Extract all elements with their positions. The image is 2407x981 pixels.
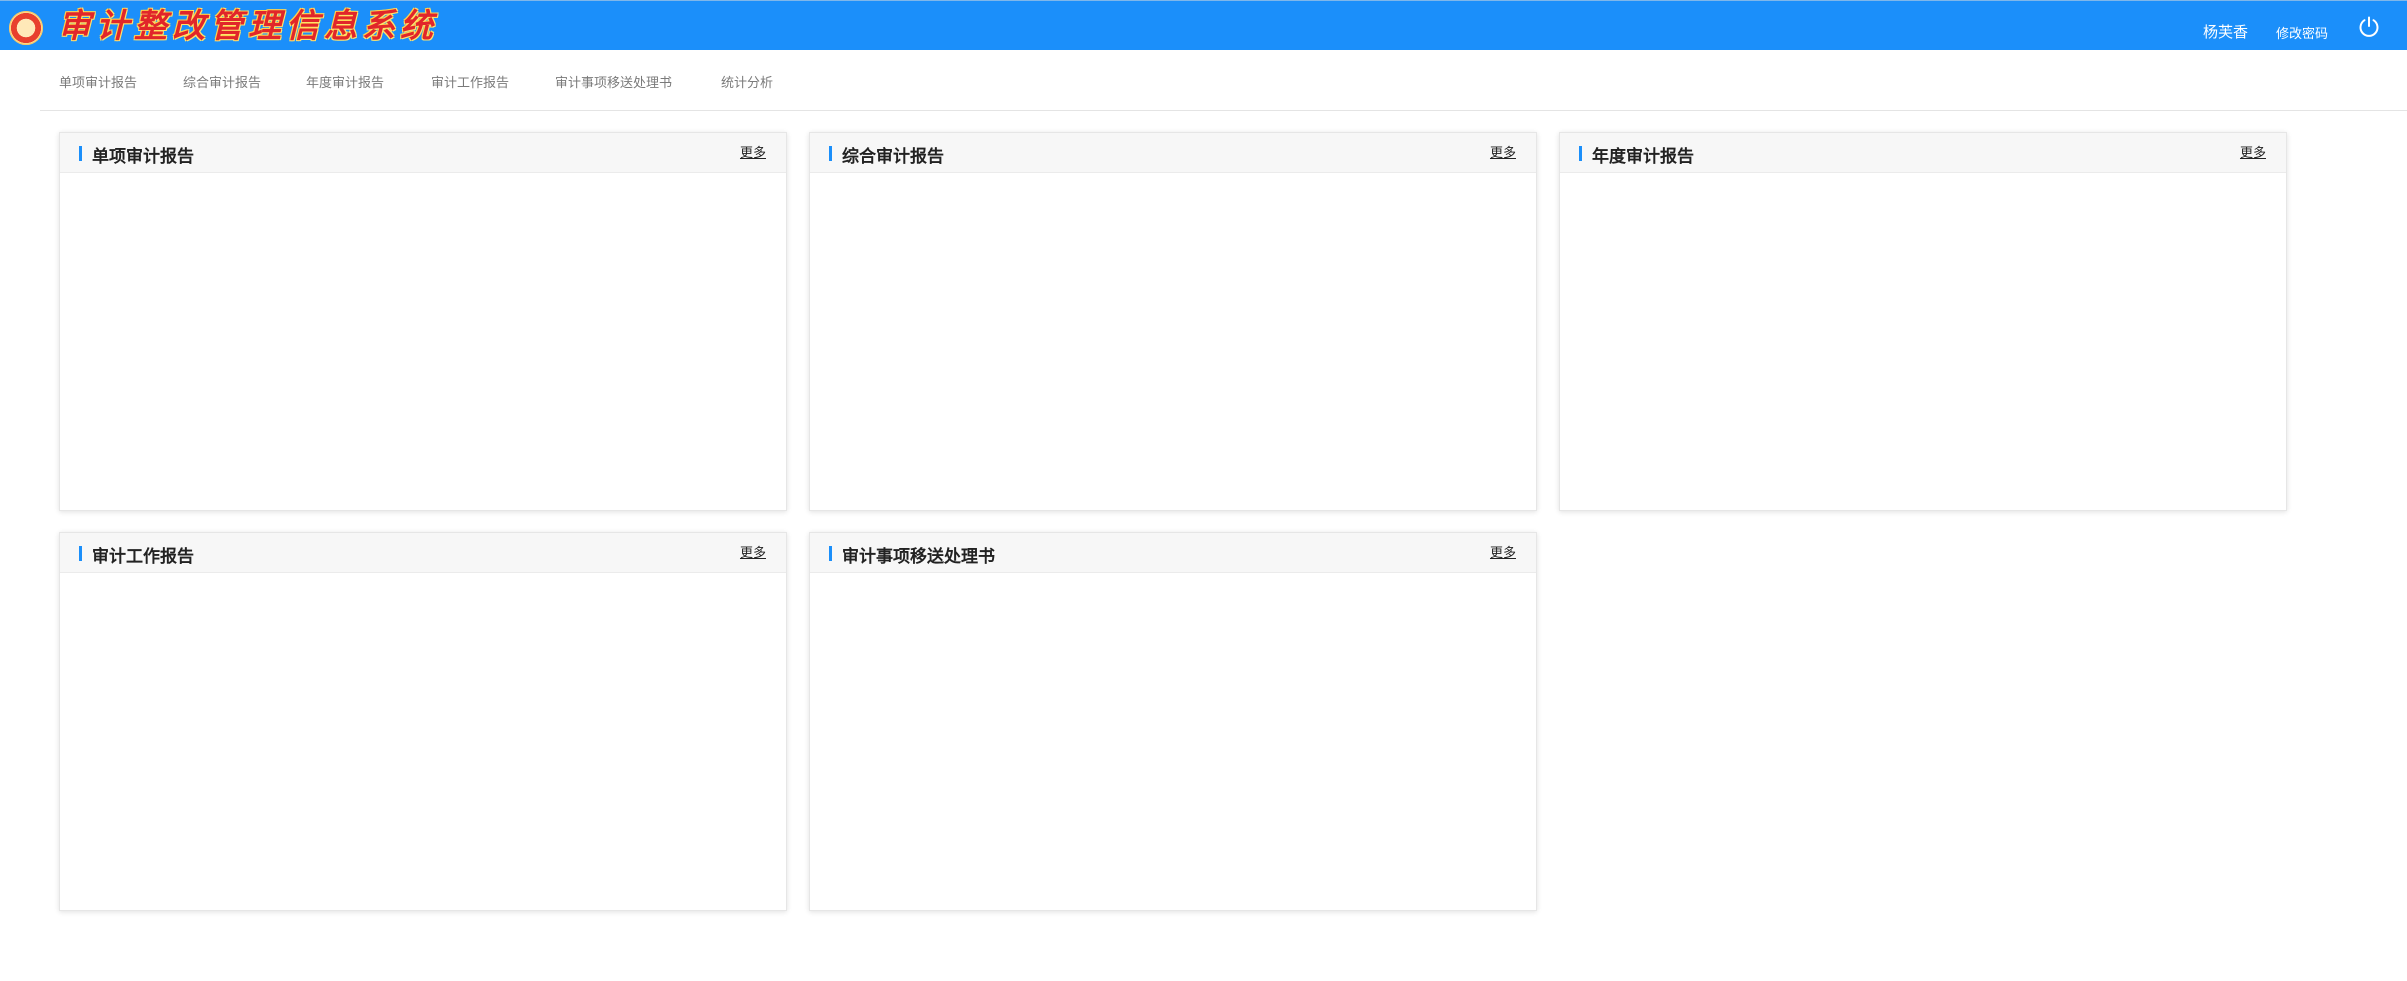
panel-header: 单项审计报告 更多 [60,133,786,173]
panel-header: 年度审计报告 更多 [1560,133,2286,173]
panel-annual-audit-report: 年度审计报告 更多 [1559,132,2287,511]
panel-title: 单项审计报告 [92,147,194,167]
panel-single-audit-report: 单项审计报告 更多 [59,132,787,511]
more-link[interactable]: 更多 [740,142,766,161]
panel-audit-work-report: 审计工作报告 更多 [59,532,787,911]
panel-title: 综合审计报告 [842,147,944,167]
panel-accent-bar [79,146,82,161]
nav-item-single-audit-report[interactable]: 单项审计报告 [59,72,137,91]
more-link[interactable]: 更多 [1490,142,1516,161]
panel-accent-bar [829,146,832,161]
panel-accent-bar [79,546,82,561]
nav-item-comprehensive-audit-report[interactable]: 综合审计报告 [183,72,261,91]
panel-title: 审计事项移送处理书 [842,547,995,567]
change-password-link[interactable]: 修改密码 [2276,23,2328,42]
panel-accent-bar [1579,146,1582,161]
panel-body [810,173,1536,510]
panel-accent-bar [829,546,832,561]
panel-body [1560,173,2286,510]
more-link[interactable]: 更多 [2240,142,2266,161]
panel-header: 综合审计报告 更多 [810,133,1536,173]
nav-item-annual-audit-report[interactable]: 年度审计报告 [306,72,384,91]
panel-header: 审计事项移送处理书 更多 [810,533,1536,573]
panel-title: 审计工作报告 [92,547,194,567]
more-link[interactable]: 更多 [1490,542,1516,561]
system-title: 审计整改管理信息系统 [58,6,438,45]
nav-item-audit-work-report[interactable]: 审计工作报告 [431,72,509,91]
emblem-icon [9,11,43,45]
panel-body [60,573,786,910]
panel-body [60,173,786,510]
nav-item-statistical-analysis[interactable]: 统计分析 [721,72,773,91]
power-icon[interactable] [2357,15,2381,39]
panel-body [810,573,1536,910]
panel-comprehensive-audit-report: 综合审计报告 更多 [809,132,1537,511]
top-header: 审计整改管理信息系统 杨芙香 修改密码 [0,0,2407,50]
user-name[interactable]: 杨芙香 [2203,21,2248,42]
top-nav: 单项审计报告 综合审计报告 年度审计报告 审计工作报告 审计事项移送处理书 统计… [40,50,2407,111]
panel-title: 年度审计报告 [1592,147,1694,167]
more-link[interactable]: 更多 [740,542,766,561]
panel-audit-transfer-document: 审计事项移送处理书 更多 [809,532,1537,911]
nav-item-audit-transfer-document[interactable]: 审计事项移送处理书 [555,72,672,91]
panel-header: 审计工作报告 更多 [60,533,786,573]
